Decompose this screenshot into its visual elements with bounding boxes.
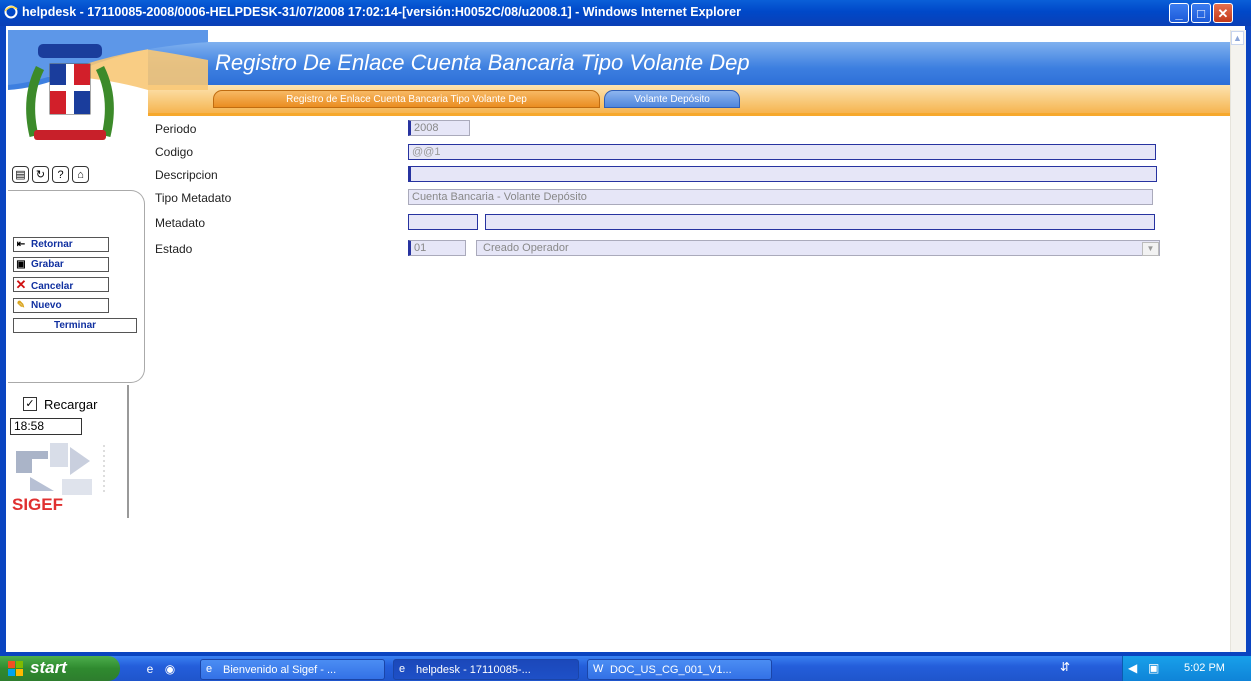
metadato-desc-field[interactable] — [485, 214, 1155, 230]
nuevo-label: Nuevo — [31, 300, 62, 311]
tab-strip-divider — [8, 113, 1230, 116]
retornar-button[interactable]: ⇤ Retornar — [13, 237, 109, 252]
home-icon[interactable]: ⌂ — [72, 166, 89, 183]
terminar-button[interactable]: Terminar — [13, 318, 137, 333]
metadato-label: Metadato — [155, 216, 206, 230]
ie-icon: e — [399, 663, 406, 675]
sigef-logo-text: SIGEF — [12, 495, 64, 514]
taskbar-item-sigef[interactable]: e Bienvenido al Sigef - ... — [200, 659, 385, 680]
codigo-label: Codigo — [155, 145, 194, 159]
browser-quicklaunch-icon[interactable]: ◉ — [163, 662, 177, 676]
metadato-code-field[interactable] — [408, 214, 478, 230]
sidebar-tool-icons: ▤ ↻? ⌂ — [12, 166, 92, 183]
tipo-metadato-label: Tipo Metadato — [155, 191, 232, 205]
close-button[interactable]: ✕ — [1213, 3, 1233, 23]
recargar-checkbox[interactable]: ✓ — [23, 397, 37, 411]
refresh-icon[interactable]: ↻ — [32, 166, 49, 183]
ie-quicklaunch-icon[interactable]: e — [143, 662, 157, 676]
word-document-icon: W — [593, 663, 604, 675]
internet-explorer-icon — [4, 5, 18, 19]
estado-select[interactable]: Creado Operador — [476, 240, 1160, 256]
document-icon[interactable]: ▤ — [12, 166, 29, 183]
vertical-scrollbar[interactable] — [1230, 30, 1246, 652]
taskbar-item-helpdesk[interactable]: e helpdesk - 17110085-... — [393, 659, 579, 680]
window-frame-left — [0, 26, 6, 656]
save-icon: ▣ — [16, 259, 26, 270]
chevron-down-icon[interactable]: ▼ — [1142, 242, 1159, 256]
back-arrow-icon: ⇤ — [16, 239, 26, 250]
descripcion-label: Descripcion — [155, 168, 218, 182]
clock-field: 18:58 — [10, 418, 82, 435]
scroll-up-icon[interactable]: ▲ — [1231, 31, 1244, 45]
cancelar-button[interactable]: ✕ Cancelar — [13, 277, 109, 292]
pencil-icon: ✎ — [16, 300, 26, 311]
sidebar-divider — [127, 385, 129, 518]
help-icon[interactable]: ? — [52, 166, 69, 183]
taskbar-item-doc-label: DOC_US_CG_001_V1... — [610, 664, 732, 676]
windows-flag-icon — [8, 661, 23, 676]
sigef-logo: SIGEF — [10, 437, 116, 515]
retornar-label: Retornar — [31, 239, 73, 250]
taskbar-item-sigef-label: Bienvenido al Sigef - ... — [223, 664, 337, 676]
recargar-label: Recargar — [44, 397, 98, 412]
tab-volante-deposito[interactable]: Volante Depósito — [604, 90, 740, 108]
window-title: helpdesk - 17110085-2008/0006-HELPDESK-3… — [22, 5, 741, 19]
minimize-button[interactable]: _ — [1169, 3, 1189, 23]
network-icon[interactable]: ⇵ — [1060, 660, 1070, 674]
dominican-coat-of-arms-icon — [26, 44, 114, 140]
cancelar-label: Cancelar — [31, 281, 74, 292]
network-tray-icon[interactable]: ▣ — [1148, 661, 1159, 675]
grabar-button[interactable]: ▣ Grabar — [13, 257, 109, 272]
cancel-icon: ✕ — [15, 277, 27, 292]
window-title-bar[interactable]: helpdesk - 17110085-2008/0006-HELPDESK-3… — [0, 0, 1251, 26]
page-title: Registro De Enlace Cuenta Bancaria Tipo … — [215, 50, 750, 75]
grabar-label: Grabar — [31, 259, 64, 270]
maximize-button[interactable]: □ — [1191, 3, 1211, 23]
periodo-label: Periodo — [155, 122, 197, 136]
codigo-field[interactable]: @@1 — [408, 144, 1156, 160]
tipo-metadato-field: Cuenta Bancaria - Volante Depósito — [408, 189, 1153, 205]
estado-label: Estado — [155, 242, 193, 256]
periodo-field[interactable]: 2008 — [408, 120, 470, 136]
descripcion-field[interactable] — [408, 166, 1157, 182]
estado-code-field: 01 — [408, 240, 466, 256]
taskbar-item-doc[interactable]: W DOC_US_CG_001_V1... — [587, 659, 772, 680]
volume-icon[interactable]: ◀ — [1128, 661, 1137, 675]
nuevo-button[interactable]: ✎ Nuevo — [13, 298, 109, 313]
tab-registro-enlace[interactable]: Registro de Enlace Cuenta Bancaria Tipo … — [213, 90, 600, 108]
ie-icon: e — [206, 663, 213, 675]
tray-clock: 5:02 PM — [1184, 662, 1225, 674]
taskbar-item-helpdesk-label: helpdesk - 17110085-... — [416, 664, 531, 676]
